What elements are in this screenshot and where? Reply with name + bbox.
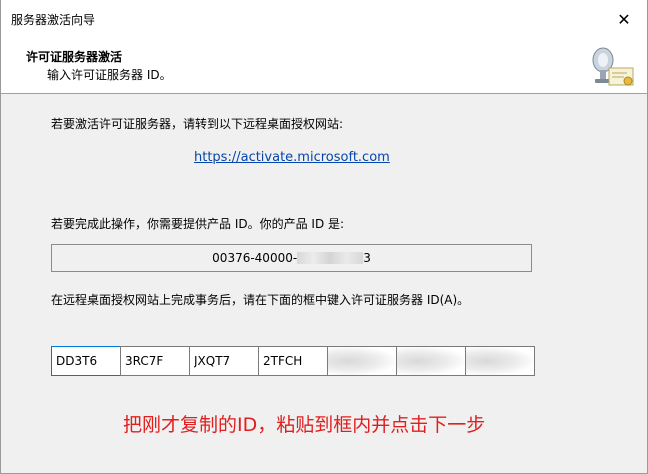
server-id-label: 在远程桌面授权网站上完成事务后，请在下面的框中键入许可证服务器 ID(A)。: [51, 293, 470, 307]
instruction-annotation: 把刚才复制的ID，粘贴到框内并点击下一步: [123, 414, 486, 436]
header-subtitle: 输入许可证服务器 ID。: [47, 68, 172, 82]
product-id-label: 若要完成此操作，你需要提供产品 ID。你的产品 ID 是:: [51, 217, 345, 231]
server-id-field-6[interactable]: [396, 346, 466, 376]
product-id-prefix: 00376-40000-: [212, 251, 298, 265]
wizard-header: 许可证服务器激活 输入许可证服务器 ID。: [1, 38, 647, 94]
server-id-field-1[interactable]: [51, 346, 121, 376]
product-id-redacted: [297, 252, 364, 264]
close-button[interactable]: ✕: [601, 0, 647, 38]
server-id-field-7[interactable]: [465, 346, 535, 376]
server-id-field-2[interactable]: [120, 346, 190, 376]
intro-text: 若要激活许可证服务器，请转到以下远程桌面授权网站:: [51, 117, 344, 131]
server-id-fields: [51, 346, 535, 376]
server-id-field-3[interactable]: [189, 346, 259, 376]
server-id-field-5[interactable]: [327, 346, 397, 376]
product-id-suffix: 3: [363, 251, 371, 265]
activation-link[interactable]: https://activate.microsoft.com: [194, 150, 390, 165]
product-id-box: 00376-40000- 3: [51, 244, 532, 272]
window-title: 服务器激活向导: [11, 13, 96, 27]
header-title: 许可证服务器激活: [26, 50, 123, 64]
close-icon: ✕: [617, 9, 631, 29]
title-bar: 服务器激活向导 ✕: [1, 0, 647, 38]
wizard-content: 若要激活许可证服务器，请转到以下远程桌面授权网站: https://activa…: [1, 95, 647, 474]
activation-wizard-window: 服务器激活向导 ✕ 许可证服务器激活 输入许可证服务器 ID。 若要激活许可证服…: [0, 0, 648, 474]
license-certificate-icon: [592, 47, 634, 86]
server-id-field-4[interactable]: [258, 346, 328, 376]
